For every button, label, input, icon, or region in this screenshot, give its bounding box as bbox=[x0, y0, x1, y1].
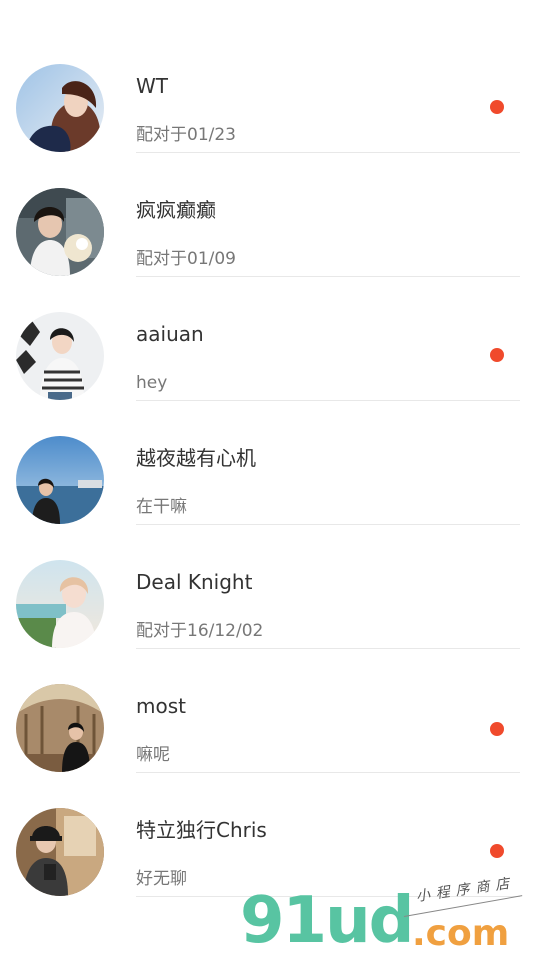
avatar[interactable] bbox=[16, 808, 104, 896]
conversation-preview: 配对于01/23 bbox=[136, 125, 236, 145]
avatar[interactable] bbox=[16, 560, 104, 648]
avatar[interactable] bbox=[16, 64, 104, 152]
avatar-photo-icon bbox=[16, 560, 104, 648]
avatar-photo-icon bbox=[16, 188, 104, 276]
conversation-name: 特立独行Chris bbox=[136, 818, 267, 842]
conversation-name: 越夜越有心机 bbox=[136, 446, 256, 470]
conversation-item-fengfengdiandian[interactable]: 疯疯癫癫 配对于01/09 bbox=[0, 168, 540, 292]
conversation-preview: 嘛呢 bbox=[136, 745, 170, 765]
divider bbox=[136, 648, 520, 649]
divider bbox=[136, 400, 520, 401]
conversation-preview: 在干嘛 bbox=[136, 497, 187, 517]
avatar[interactable] bbox=[16, 436, 104, 524]
conversation-item-most[interactable]: most 嘛呢 bbox=[0, 664, 540, 788]
watermark: 91ud 小程序商店 .com bbox=[240, 875, 530, 960]
avatar[interactable] bbox=[16, 312, 104, 400]
conversation-item-yueyeyueyouxinji[interactable]: 越夜越有心机 在干嘛 bbox=[0, 416, 540, 540]
divider bbox=[136, 152, 520, 153]
divider bbox=[136, 524, 520, 525]
avatar[interactable] bbox=[16, 188, 104, 276]
avatar-photo-icon bbox=[16, 808, 104, 896]
avatar-photo-icon bbox=[16, 684, 104, 772]
unread-indicator bbox=[490, 100, 504, 114]
unread-indicator bbox=[490, 722, 504, 736]
unread-indicator bbox=[490, 348, 504, 362]
conversation-name: most bbox=[136, 694, 186, 718]
avatar-photo-icon bbox=[16, 436, 104, 524]
avatar-photo-icon bbox=[16, 312, 104, 400]
conversation-preview: 好无聊 bbox=[136, 869, 187, 889]
conversation-preview: 配对于16/12/02 bbox=[136, 621, 264, 641]
conversation-item-aaiuan[interactable]: aaiuan hey bbox=[0, 292, 540, 416]
watermark-logo: 91ud bbox=[240, 884, 414, 958]
unread-indicator bbox=[490, 844, 504, 858]
avatar[interactable] bbox=[16, 684, 104, 772]
conversation-name: 疯疯癫癫 bbox=[136, 198, 216, 222]
chat-list-screen: WT 配对于01/23 疯疯癫癫 配对于01/09 aaiuan hey 越夜越… bbox=[0, 0, 540, 960]
conversation-preview: hey bbox=[136, 373, 168, 393]
divider bbox=[136, 772, 520, 773]
divider bbox=[136, 276, 520, 277]
avatar-photo-icon bbox=[16, 64, 104, 152]
conversation-name: Deal Knight bbox=[136, 570, 253, 594]
conversation-item-deal-knight[interactable]: Deal Knight 配对于16/12/02 bbox=[0, 540, 540, 664]
conversation-name: WT bbox=[136, 74, 168, 98]
watermark-domain: .com bbox=[412, 913, 510, 954]
conversation-name: aaiuan bbox=[136, 322, 204, 346]
conversation-list: WT 配对于01/23 疯疯癫癫 配对于01/09 aaiuan hey 越夜越… bbox=[0, 44, 540, 912]
conversation-item-wt[interactable]: WT 配对于01/23 bbox=[0, 44, 540, 168]
conversation-preview: 配对于01/09 bbox=[136, 249, 236, 269]
